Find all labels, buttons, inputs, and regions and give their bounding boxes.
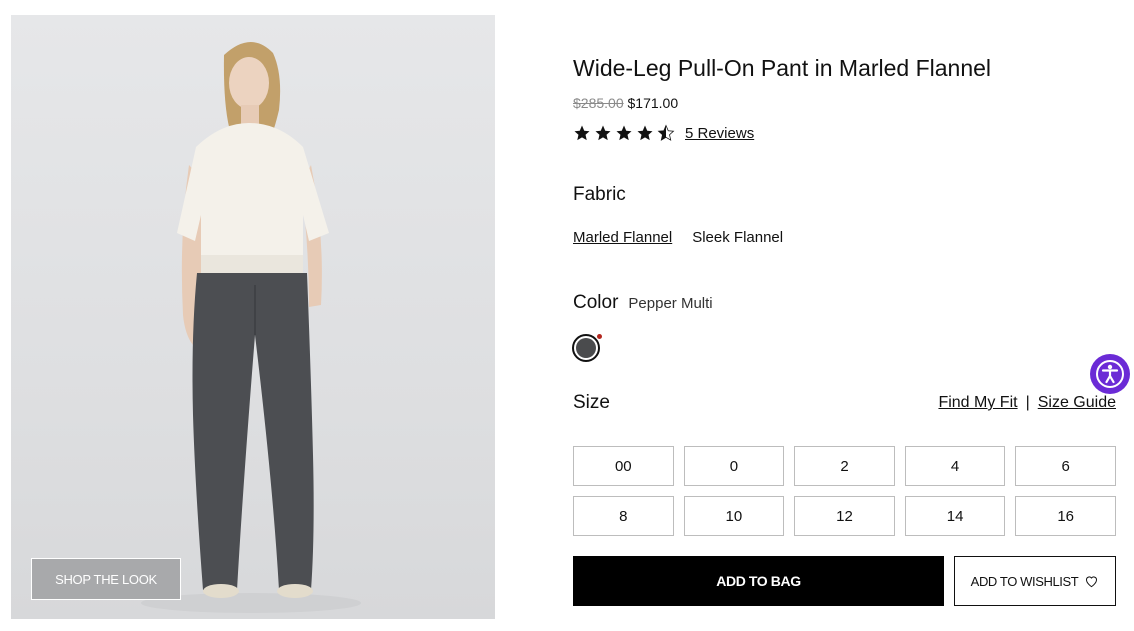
fabric-options: Marled Flannel Sleek Flannel (573, 229, 783, 246)
color-row: Color Pepper Multi (573, 292, 713, 314)
price: $285.00 $171.00 (573, 95, 678, 111)
star-rating (573, 124, 675, 142)
fabric-label: Fabric (573, 184, 626, 205)
add-to-wishlist-button[interactable]: ADD TO WISHLIST (954, 556, 1116, 606)
size-option[interactable]: 0 (683, 446, 785, 486)
accessibility-button[interactable] (1090, 354, 1130, 394)
size-option[interactable]: 2 (794, 446, 895, 486)
half-star-icon (657, 124, 675, 141)
fabric-option-marled-flannel[interactable]: Marled Flannel (573, 229, 672, 246)
color-label: Color (573, 292, 619, 313)
sale-price: $171.00 (627, 95, 679, 111)
size-option[interactable]: 10 (683, 496, 785, 536)
swatch-fill (576, 338, 596, 358)
fit-links: Find My Fit | Size Guide (938, 394, 1116, 412)
size-grid: 00 0 2 4 6 8 10 12 14 16 (573, 446, 1116, 536)
star-icon (637, 125, 653, 141)
rating-row: 5 Reviews (573, 124, 754, 142)
add-to-bag-button[interactable]: ADD TO BAG (573, 556, 944, 606)
size-option[interactable]: 6 (1015, 446, 1116, 486)
size-option[interactable]: 00 (573, 446, 674, 486)
add-to-wishlist-label: ADD TO WISHLIST (970, 573, 1079, 589)
product-image[interactable] (11, 15, 495, 619)
product-title: Wide-Leg Pull-On Pant in Marled Flannel (573, 55, 992, 81)
find-my-fit-link[interactable]: Find My Fit (938, 394, 1017, 412)
size-option[interactable]: 14 (904, 496, 1006, 536)
star-icon (616, 125, 632, 141)
color-swatch-pepper-multi[interactable] (572, 334, 600, 362)
star-icon (574, 125, 590, 141)
size-option[interactable]: 12 (794, 496, 895, 536)
heart-icon (1086, 576, 1098, 588)
link-separator: | (1025, 394, 1030, 411)
color-selected-name: Pepper Multi (628, 295, 713, 312)
accessibility-icon (1096, 360, 1124, 388)
size-option[interactable]: 4 (904, 446, 1006, 486)
reviews-link[interactable]: 5 Reviews (685, 125, 754, 142)
star-icon (595, 125, 611, 141)
fabric-option-sleek-flannel[interactable]: Sleek Flannel (692, 229, 783, 246)
sale-indicator-dot (597, 334, 602, 339)
model-illustration (141, 41, 361, 613)
size-guide-link[interactable]: Size Guide (1038, 394, 1116, 412)
size-option[interactable]: 16 (1015, 496, 1116, 536)
size-option[interactable]: 8 (573, 496, 674, 536)
original-price: $285.00 (573, 95, 624, 111)
shop-the-look-button[interactable]: SHOP THE LOOK (31, 558, 181, 600)
size-label: Size (573, 392, 610, 413)
